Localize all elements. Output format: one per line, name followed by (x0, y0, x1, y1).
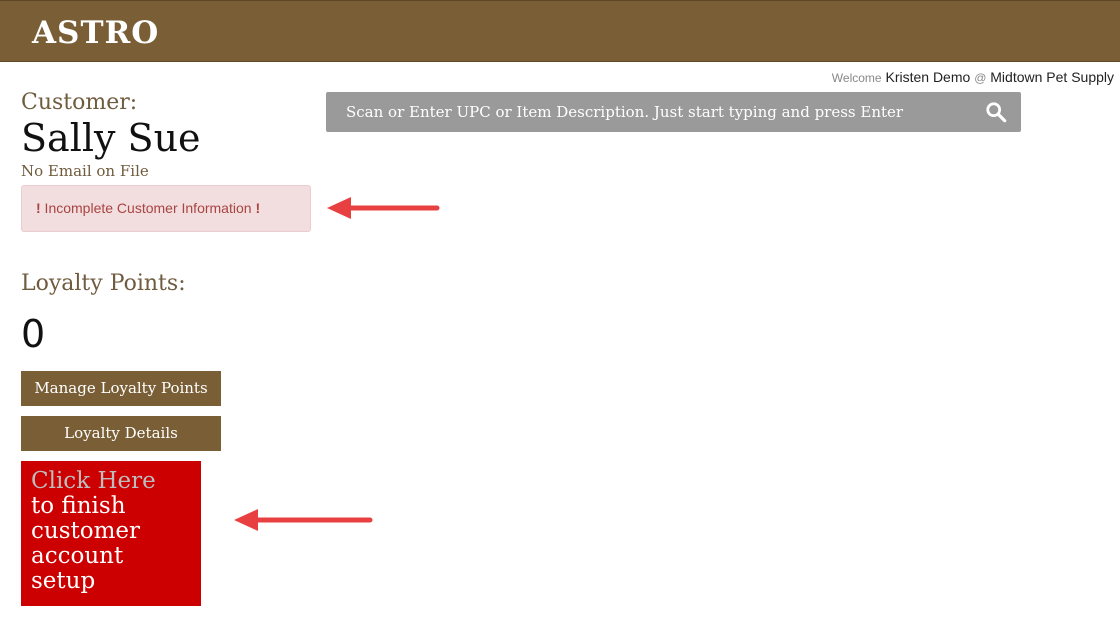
loyalty-details-button[interactable]: Loyalty Details (21, 416, 221, 451)
finish-setup-line: to finish (31, 493, 126, 519)
at-sign: @ (974, 71, 987, 85)
customer-label: Customer: (21, 90, 138, 115)
manage-loyalty-points-button[interactable]: Manage Loyalty Points (21, 371, 221, 406)
search-icon[interactable] (985, 101, 1007, 123)
click-here-text: Click Here (31, 468, 156, 494)
finish-account-setup-button[interactable]: Click Here to finish customer account se… (21, 461, 201, 606)
loyalty-points-label: Loyalty Points: (21, 271, 186, 296)
welcome-label: Welcome (831, 71, 882, 85)
customer-email-status: No Email on File (21, 162, 149, 180)
finish-setup-line: customer (31, 518, 141, 544)
alert-text: Incomplete Customer Information (40, 200, 256, 216)
customer-name: Sally Sue (21, 116, 201, 160)
store-name[interactable]: Midtown Pet Supply (990, 69, 1114, 85)
user-name[interactable]: Kristen Demo (885, 69, 970, 85)
annotation-arrow-icon (327, 197, 440, 219)
finish-setup-line: setup (31, 568, 96, 594)
alert-exclamation-icon: ! (255, 200, 261, 216)
loyalty-points-value: 0 (21, 312, 46, 356)
annotation-arrow-icon (234, 509, 373, 531)
incomplete-info-alert: ! Incomplete Customer Information ! (21, 185, 311, 232)
welcome-bar: Welcome Kristen Demo @ Midtown Pet Suppl… (832, 69, 1114, 85)
astro-logo[interactable]: ASTRO (32, 15, 159, 51)
finish-setup-line: account (31, 543, 124, 569)
item-search-bar (326, 92, 1021, 132)
app-header: ASTRO (0, 0, 1120, 62)
item-search-input[interactable] (326, 92, 976, 132)
